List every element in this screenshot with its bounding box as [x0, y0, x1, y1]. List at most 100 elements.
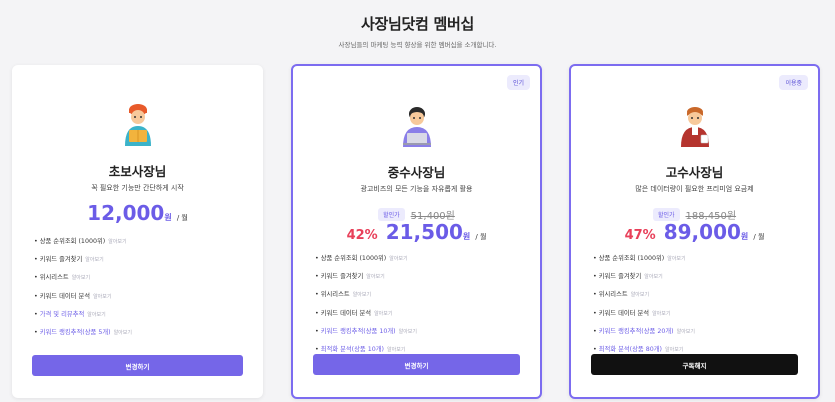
list-item: • 상품 순위조회 (1000위) 알아보기	[593, 254, 808, 264]
price-value: 89,000	[663, 220, 741, 244]
bullet: •	[34, 274, 38, 282]
list-item: • 키워드 즐겨찾기 알아보기	[593, 272, 808, 282]
learn-more-link[interactable]: 알아보기	[353, 292, 371, 298]
learn-more-link[interactable]: 알아보기	[93, 294, 111, 300]
bullet: •	[315, 255, 319, 262]
bullet: •	[315, 273, 319, 281]
price-value: 12,000	[87, 201, 165, 225]
bullet: •	[593, 273, 597, 281]
bullet: •	[315, 327, 319, 335]
list-item: • 위시리스트 알아보기	[34, 273, 253, 283]
sale-price-row: 42% 21,500원 / 월	[293, 220, 540, 244]
bullet: •	[315, 309, 319, 317]
price-currency: 원	[740, 232, 749, 241]
expert-coffee-avatar-icon	[680, 107, 709, 147]
feature-list: • 상품 순위조회 (1000위) 알아보기 • 키워드 즐겨찾기 알아보기 • 위시리스…	[315, 254, 530, 363]
list-item: • 키워드 즐겨찾기 알아보기	[34, 255, 253, 265]
list-item: • 키워드 데이터 분석 알아보기	[593, 309, 808, 319]
bullet: •	[593, 345, 597, 353]
learn-more-link[interactable]: 알아보기	[667, 256, 685, 262]
feature-list: • 상품 순위조회 (1000위) 알아보기 • 키워드 즐겨찾기 알아보기 • 위시리스…	[34, 237, 253, 346]
feature-label: 상품 순위조회 (1000위)	[320, 255, 387, 262]
bullet: •	[593, 327, 597, 335]
popular-badge: 인기	[506, 75, 530, 90]
price-period: / 월	[753, 233, 765, 241]
sale-price-row: 47% 89,000원 / 월	[571, 220, 818, 244]
change-plan-button[interactable]: 변경하기	[313, 354, 520, 375]
feature-label: 위시리스트	[598, 291, 628, 299]
plan-name: 초보사장님	[108, 164, 167, 179]
feature-label: 위시리스트	[320, 291, 350, 299]
plan-card-intermediate: 인기 중수사장님 광고비즈의 모든 기능을 자유롭게 활용 할인가 51,400원…	[291, 64, 542, 399]
list-item: • 키워드 데이터 분석 알아보기	[315, 309, 530, 319]
learn-more-link[interactable]: 알아보기	[114, 330, 132, 336]
price-period: / 월	[475, 233, 487, 241]
feature-label: 가격 및 리뷰추적	[39, 310, 85, 318]
learn-more-link[interactable]: 알아보기	[652, 311, 670, 317]
feature-label: 상품 순위조회 (1000위)	[598, 255, 665, 262]
list-item: • 키워드 랭킹추적(상품 10개) 알아보기	[315, 327, 530, 337]
list-item: • 키워드 데이터 분석 알아보기	[34, 292, 253, 302]
learn-more-link[interactable]: 알아보기	[665, 347, 683, 353]
list-item: • 가격 및 리뷰추적 알아보기	[34, 310, 253, 320]
learn-more-link[interactable]: 알아보기	[72, 275, 90, 281]
price-period: / 월	[176, 214, 188, 222]
list-item: • 키워드 랭킹추적(상품 5개) 알아보기	[34, 328, 253, 338]
intermediate-laptop-avatar-icon	[402, 107, 431, 147]
current-plan-badge: 이용중	[779, 75, 808, 90]
unsubscribe-button[interactable]: 구독해지	[591, 354, 798, 375]
learn-more-link[interactable]: 알아보기	[677, 329, 695, 335]
beginner-reading-avatar-icon	[124, 104, 151, 146]
bullet: •	[34, 256, 38, 264]
discount-percent: 42%	[346, 228, 378, 243]
list-item: • 상품 순위조회 (1000위) 알아보기	[34, 237, 253, 247]
learn-more-link[interactable]: 알아보기	[644, 274, 662, 280]
page-title: 사장님닷컴 멤버십	[361, 15, 474, 33]
learn-more-link[interactable]: 알아보기	[389, 256, 407, 262]
discount-percent: 47%	[624, 228, 656, 243]
plan-card-expert: 이용중 고수사장님 많은 데이터량이 필요한 프리미엄 요금제 할인가 188,4…	[569, 64, 820, 399]
plan-description: 많은 데이터량이 필요한 프리미엄 요금제	[635, 185, 754, 193]
feature-list: • 상품 순위조회 (1000위) 알아보기 • 키워드 즐겨찾기 알아보기 • 위시리스…	[593, 254, 808, 363]
bullet: •	[593, 255, 597, 262]
learn-more-link[interactable]: 알아보기	[399, 329, 417, 335]
feature-label: 최적화 분석(상품 80개)	[598, 345, 662, 353]
feature-label: 키워드 데이터 분석	[320, 309, 372, 317]
feature-label: 키워드 즐겨찾기	[320, 273, 364, 281]
learn-more-link[interactable]: 알아보기	[374, 311, 392, 317]
feature-label: 키워드 즐겨찾기	[39, 256, 83, 264]
price-value: 21,500	[385, 220, 463, 244]
learn-more-link[interactable]: 알아보기	[87, 312, 105, 318]
plan-name: 중수사장님	[387, 165, 446, 180]
learn-more-link[interactable]: 알아보기	[631, 292, 649, 298]
plan-card-beginner: 초보사장님 꼭 필요한 기능만 간단하게 시작 12,000원 / 월 • 상품 …	[12, 65, 263, 398]
feature-label: 키워드 랭킹추적(상품 5개)	[39, 328, 111, 336]
learn-more-link[interactable]: 알아보기	[108, 239, 126, 245]
feature-label: 위시리스트	[39, 274, 69, 282]
change-plan-button[interactable]: 변경하기	[32, 355, 243, 376]
list-item: • 위시리스트 알아보기	[593, 290, 808, 300]
bullet: •	[315, 291, 319, 299]
learn-more-link[interactable]: 알아보기	[387, 347, 405, 353]
list-item: • 위시리스트 알아보기	[315, 290, 530, 300]
page-subtitle: 사장님들의 마케팅 능력 향상을 위한 멤버십을 소개합니다.	[338, 41, 497, 49]
bullet: •	[593, 309, 597, 317]
learn-more-link[interactable]: 알아보기	[85, 257, 103, 263]
feature-label: 키워드 데이터 분석	[39, 292, 91, 300]
bullet: •	[34, 292, 38, 300]
bullet: •	[315, 345, 319, 353]
feature-label: 키워드 랭킹추적(상품 10개)	[320, 327, 396, 335]
bullet: •	[593, 291, 597, 299]
list-item: • 상품 순위조회 (1000위) 알아보기	[315, 254, 530, 264]
bullet: •	[34, 310, 38, 318]
list-item: • 키워드 랭킹추적(상품 20개) 알아보기	[593, 327, 808, 337]
price-row: 12,000원 / 월	[12, 201, 263, 225]
bullet: •	[34, 328, 38, 336]
price-currency: 원	[462, 232, 471, 241]
feature-label: 상품 순위조회 (1000위)	[39, 238, 106, 245]
feature-label: 키워드 랭킹추적(상품 20개)	[598, 327, 674, 335]
plan-name: 고수사장님	[665, 165, 724, 180]
plan-description: 광고비즈의 모든 기능을 자유롭게 활용	[360, 185, 473, 193]
learn-more-link[interactable]: 알아보기	[366, 274, 384, 280]
plan-description: 꼭 필요한 기능만 간단하게 시작	[91, 184, 184, 192]
